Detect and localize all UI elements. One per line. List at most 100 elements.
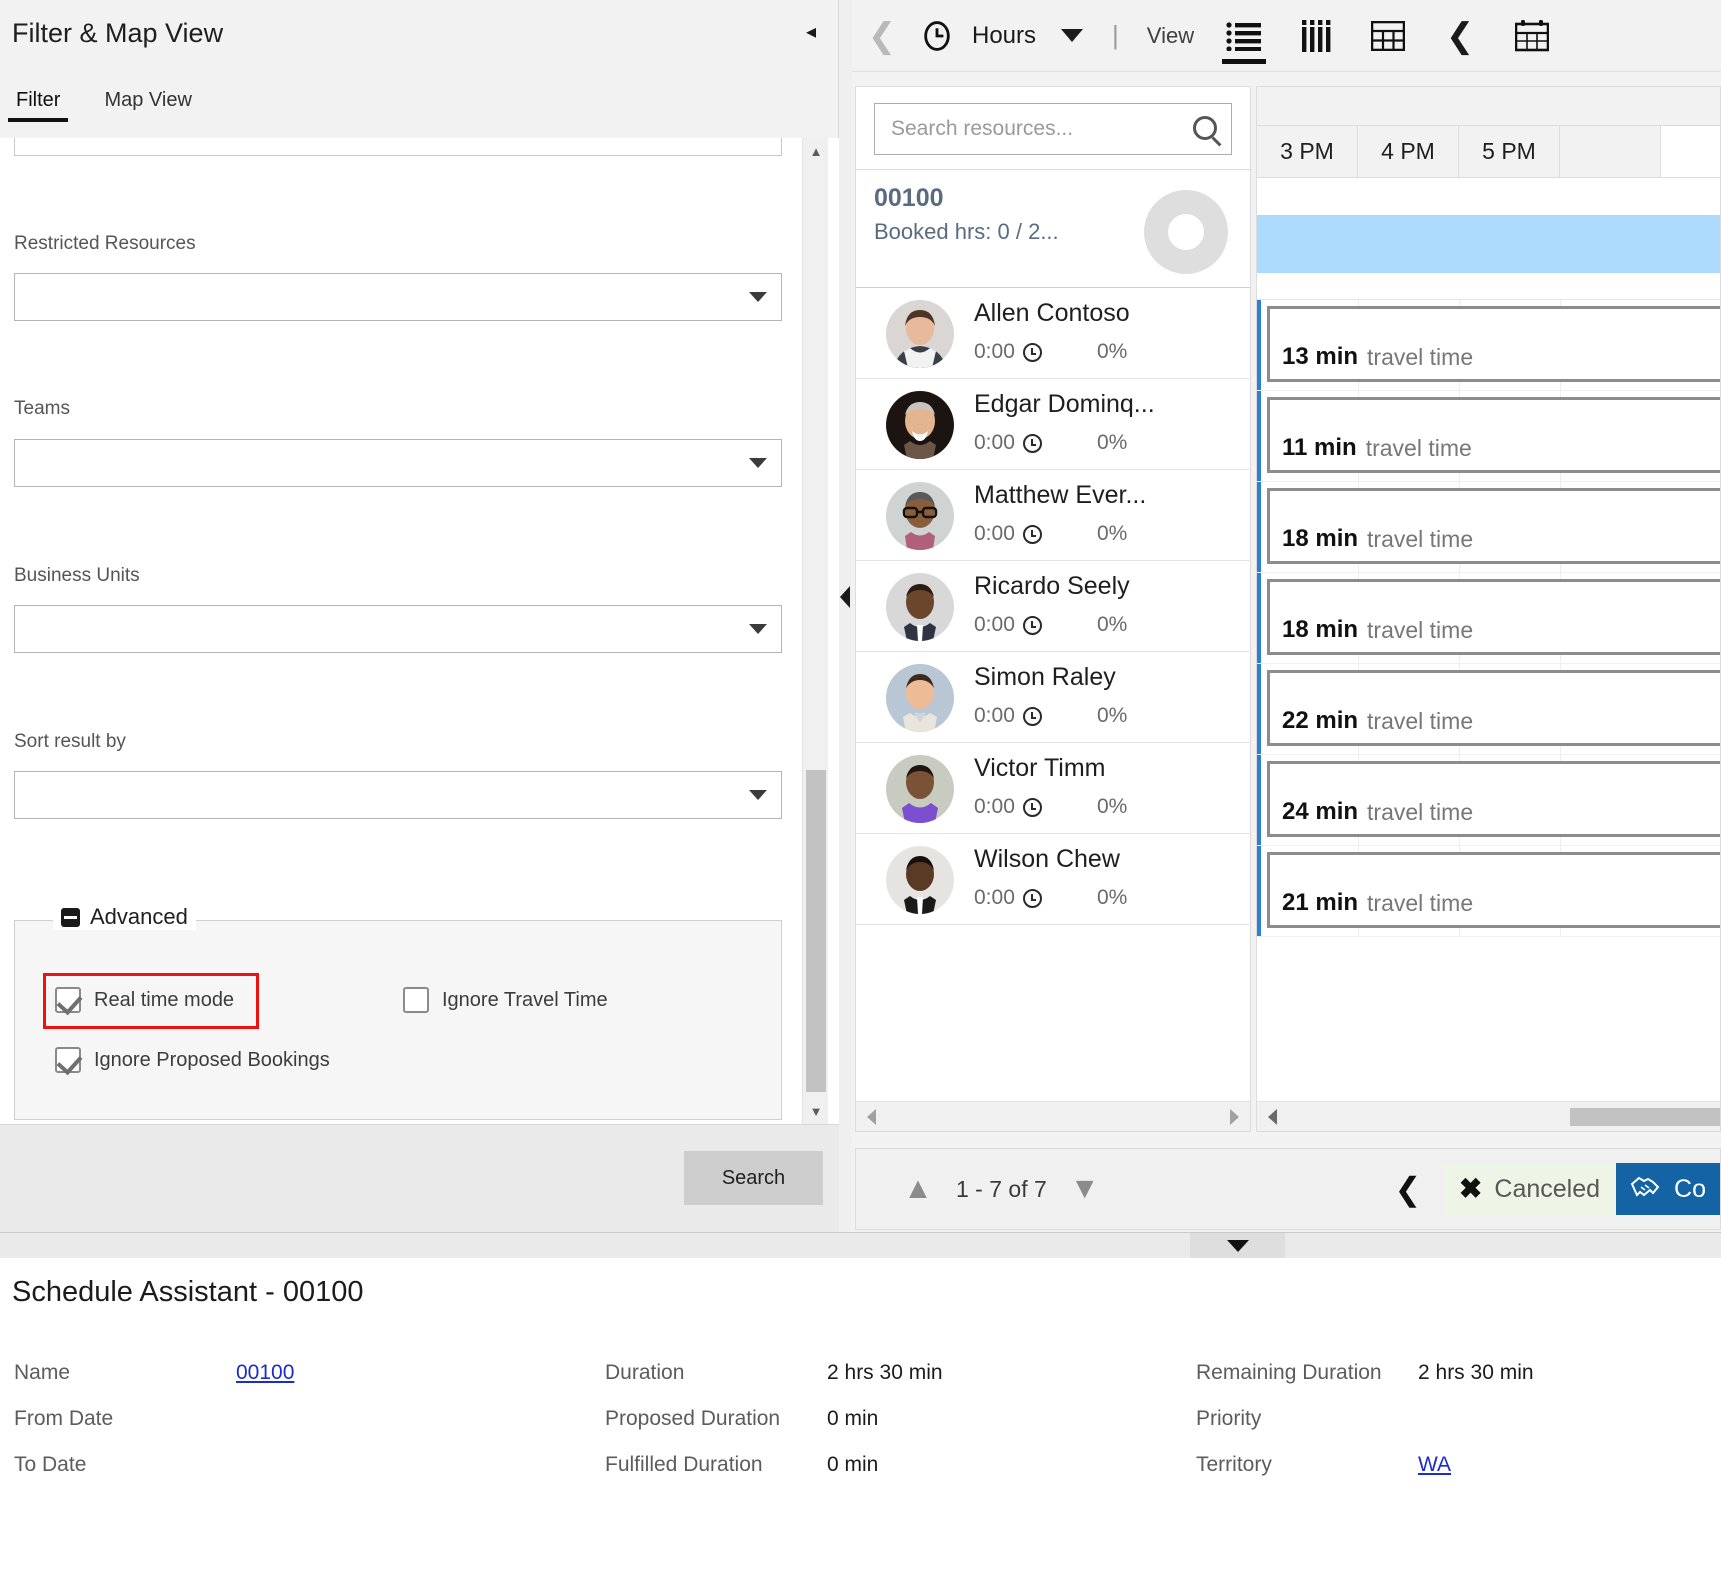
resource-name: Victor Timm — [974, 754, 1106, 782]
travel-time-block[interactable]: 18 min travel time — [1267, 579, 1720, 655]
timeline-row[interactable]: 13 min travel time — [1257, 300, 1720, 391]
checkbox-checked-icon[interactable] — [55, 1047, 81, 1073]
collapse-panel-icon[interactable]: ◂ — [806, 22, 816, 42]
detail-row: From Date — [14, 1396, 294, 1442]
collapse-chevron-icon[interactable]: ❮ — [1424, 0, 1496, 72]
resource-name: Simon Raley — [974, 663, 1116, 691]
search-icon[interactable] — [1193, 116, 1217, 140]
collapse-minus-icon[interactable] — [61, 907, 80, 927]
travel-time-block[interactable]: 24 min travel time — [1267, 761, 1720, 837]
caret-down-icon — [1226, 1239, 1249, 1252]
tab-filter[interactable]: Filter — [8, 85, 69, 122]
resource-hours: 0:00 — [974, 704, 1042, 728]
travel-minutes: 18 min — [1282, 616, 1359, 643]
search-button[interactable]: Search — [684, 1151, 823, 1205]
page-down-button[interactable]: ▼ — [1053, 1148, 1117, 1230]
clock-icon — [1022, 524, 1042, 544]
list-item[interactable]: Allen Contoso 0:00 0% — [856, 288, 1250, 379]
timeline-hour-cell: 5 PM — [1459, 126, 1560, 177]
checkbox-checked-icon[interactable] — [55, 987, 81, 1013]
avatar — [886, 755, 954, 823]
detail-value-remaining-duration: 2 hrs 30 min — [1418, 1361, 1534, 1384]
travel-time-block[interactable]: 11 min travel time — [1267, 397, 1720, 473]
detail-value-name[interactable]: 00100 — [236, 1361, 294, 1385]
list-item[interactable]: Ricardo Seely 0:00 0% — [856, 561, 1250, 652]
list-item[interactable]: Simon Raley 0:00 0% — [856, 652, 1250, 743]
scrollbar-thumb[interactable] — [806, 770, 826, 1092]
scroll-right-icon[interactable] — [1230, 1109, 1239, 1125]
resource-list-column: 00100 Booked hrs: 0 / 2... — [855, 86, 1251, 1132]
filter-vertical-scrollbar[interactable]: ▲ ▼ — [802, 138, 828, 1124]
requirement-header[interactable]: 00100 Booked hrs: 0 / 2... — [856, 169, 1250, 288]
list-item[interactable]: Victor Timm 0:00 0% — [856, 743, 1250, 834]
detail-label: Name — [14, 1361, 71, 1384]
avatar — [886, 482, 954, 550]
list-item[interactable]: Matthew Ever... 0:00 0% — [856, 470, 1250, 561]
timeline-top-spacer — [1257, 87, 1720, 125]
grid-view-icon[interactable] — [1352, 0, 1424, 72]
expand-detail-panel-button[interactable] — [1190, 1233, 1285, 1258]
travel-time-block[interactable]: 22 min travel time — [1267, 670, 1720, 746]
detail-panel: Schedule Assistant - 00100 Name 00100 Fr… — [0, 1258, 1721, 1595]
chevron-down-icon — [749, 790, 767, 800]
clock-icon — [1022, 888, 1042, 908]
timeline-row[interactable]: 21 min travel time — [1257, 846, 1720, 937]
scroll-up-icon[interactable]: ▲ — [803, 138, 829, 164]
time-unit-dropdown-icon[interactable] — [1046, 0, 1098, 72]
timeline-row[interactable]: 18 min travel time — [1257, 573, 1720, 664]
restricted-resources-select[interactable] — [14, 273, 782, 321]
travel-time-block[interactable]: 13 min travel time — [1267, 306, 1720, 382]
business-units-select[interactable] — [14, 605, 782, 653]
previous-period-button[interactable]: ❮ — [852, 0, 912, 72]
resource-hours: 0:00 — [974, 340, 1042, 364]
list-item[interactable]: Wilson Chew 0:00 0% — [856, 834, 1250, 925]
time-unit-label[interactable]: Hours — [962, 0, 1046, 72]
detail-panel-title: Schedule Assistant - 00100 — [12, 1276, 364, 1308]
checkbox-ignore-proposed-bookings[interactable]: Ignore Proposed Bookings — [55, 1047, 330, 1073]
calendar-icon[interactable] — [1496, 0, 1568, 72]
resource-hours-value: 0:00 — [974, 613, 1015, 636]
travel-minutes: 18 min — [1282, 525, 1359, 552]
checkbox-real-time-mode[interactable]: Real time mode — [55, 987, 234, 1013]
scroll-left-icon[interactable] — [1268, 1109, 1277, 1125]
scrollbar-thumb[interactable] — [1570, 1108, 1720, 1126]
resource-search-box[interactable] — [874, 103, 1232, 155]
list-item[interactable]: Edgar Dominq... 0:00 0% — [856, 379, 1250, 470]
detail-column-3: Remaining Duration 2 hrs 30 min Priority… — [1196, 1350, 1534, 1488]
splitter-collapse-icon[interactable] — [840, 586, 850, 608]
travel-time-label: travel time — [1367, 890, 1474, 916]
panel-splitter[interactable] — [839, 0, 852, 1232]
search-input[interactable] — [889, 104, 1177, 154]
detail-value-territory[interactable]: WA — [1418, 1453, 1451, 1477]
list-view-icon[interactable] — [1208, 0, 1280, 72]
teams-select[interactable] — [14, 439, 782, 487]
detail-label: From Date — [14, 1407, 114, 1430]
column-view-icon[interactable] — [1280, 0, 1352, 72]
timeline-hour-cell: 3 PM — [1257, 126, 1358, 177]
cancel-button[interactable]: ✖ Canceled — [1442, 1163, 1617, 1215]
sort-result-by-select[interactable] — [14, 771, 782, 819]
checkbox-ignore-travel-time-label: Ignore Travel Time — [442, 988, 608, 1011]
checkbox-ignore-travel-time[interactable]: Ignore Travel Time — [403, 987, 608, 1013]
pagination-text: 1 - 7 of 7 — [956, 1175, 1047, 1202]
timeline-row[interactable]: 18 min travel time — [1257, 482, 1720, 573]
page-up-button[interactable]: ▲ — [886, 1148, 950, 1230]
timeline-row[interactable]: 24 min travel time — [1257, 755, 1720, 846]
timeline-horizontal-scrollbar[interactable] — [1257, 1101, 1720, 1131]
scroll-down-icon[interactable]: ▼ — [803, 1098, 829, 1124]
checkbox-unchecked-icon[interactable] — [403, 987, 429, 1013]
clock-icon — [1022, 706, 1042, 726]
back-button[interactable]: ❮ — [1373, 1170, 1443, 1208]
travel-time-block[interactable]: 18 min travel time — [1267, 488, 1720, 564]
label-business-units: Business Units — [14, 565, 140, 586]
scroll-left-icon[interactable] — [867, 1109, 876, 1125]
tab-map-view[interactable]: Map View — [96, 85, 199, 122]
travel-time-block[interactable]: 21 min travel time — [1267, 852, 1720, 928]
previous-field-partial[interactable] — [14, 138, 782, 156]
resource-list: Allen Contoso 0:00 0% Edgar Dominq... 0:… — [856, 288, 1250, 925]
resource-utilization-percent: 0% — [1097, 795, 1128, 818]
commit-button[interactable]: Co — [1616, 1163, 1720, 1215]
timeline-row[interactable]: 22 min travel time — [1257, 664, 1720, 755]
resource-horizontal-scrollbar[interactable] — [856, 1101, 1250, 1131]
timeline-row[interactable]: 11 min travel time — [1257, 391, 1720, 482]
